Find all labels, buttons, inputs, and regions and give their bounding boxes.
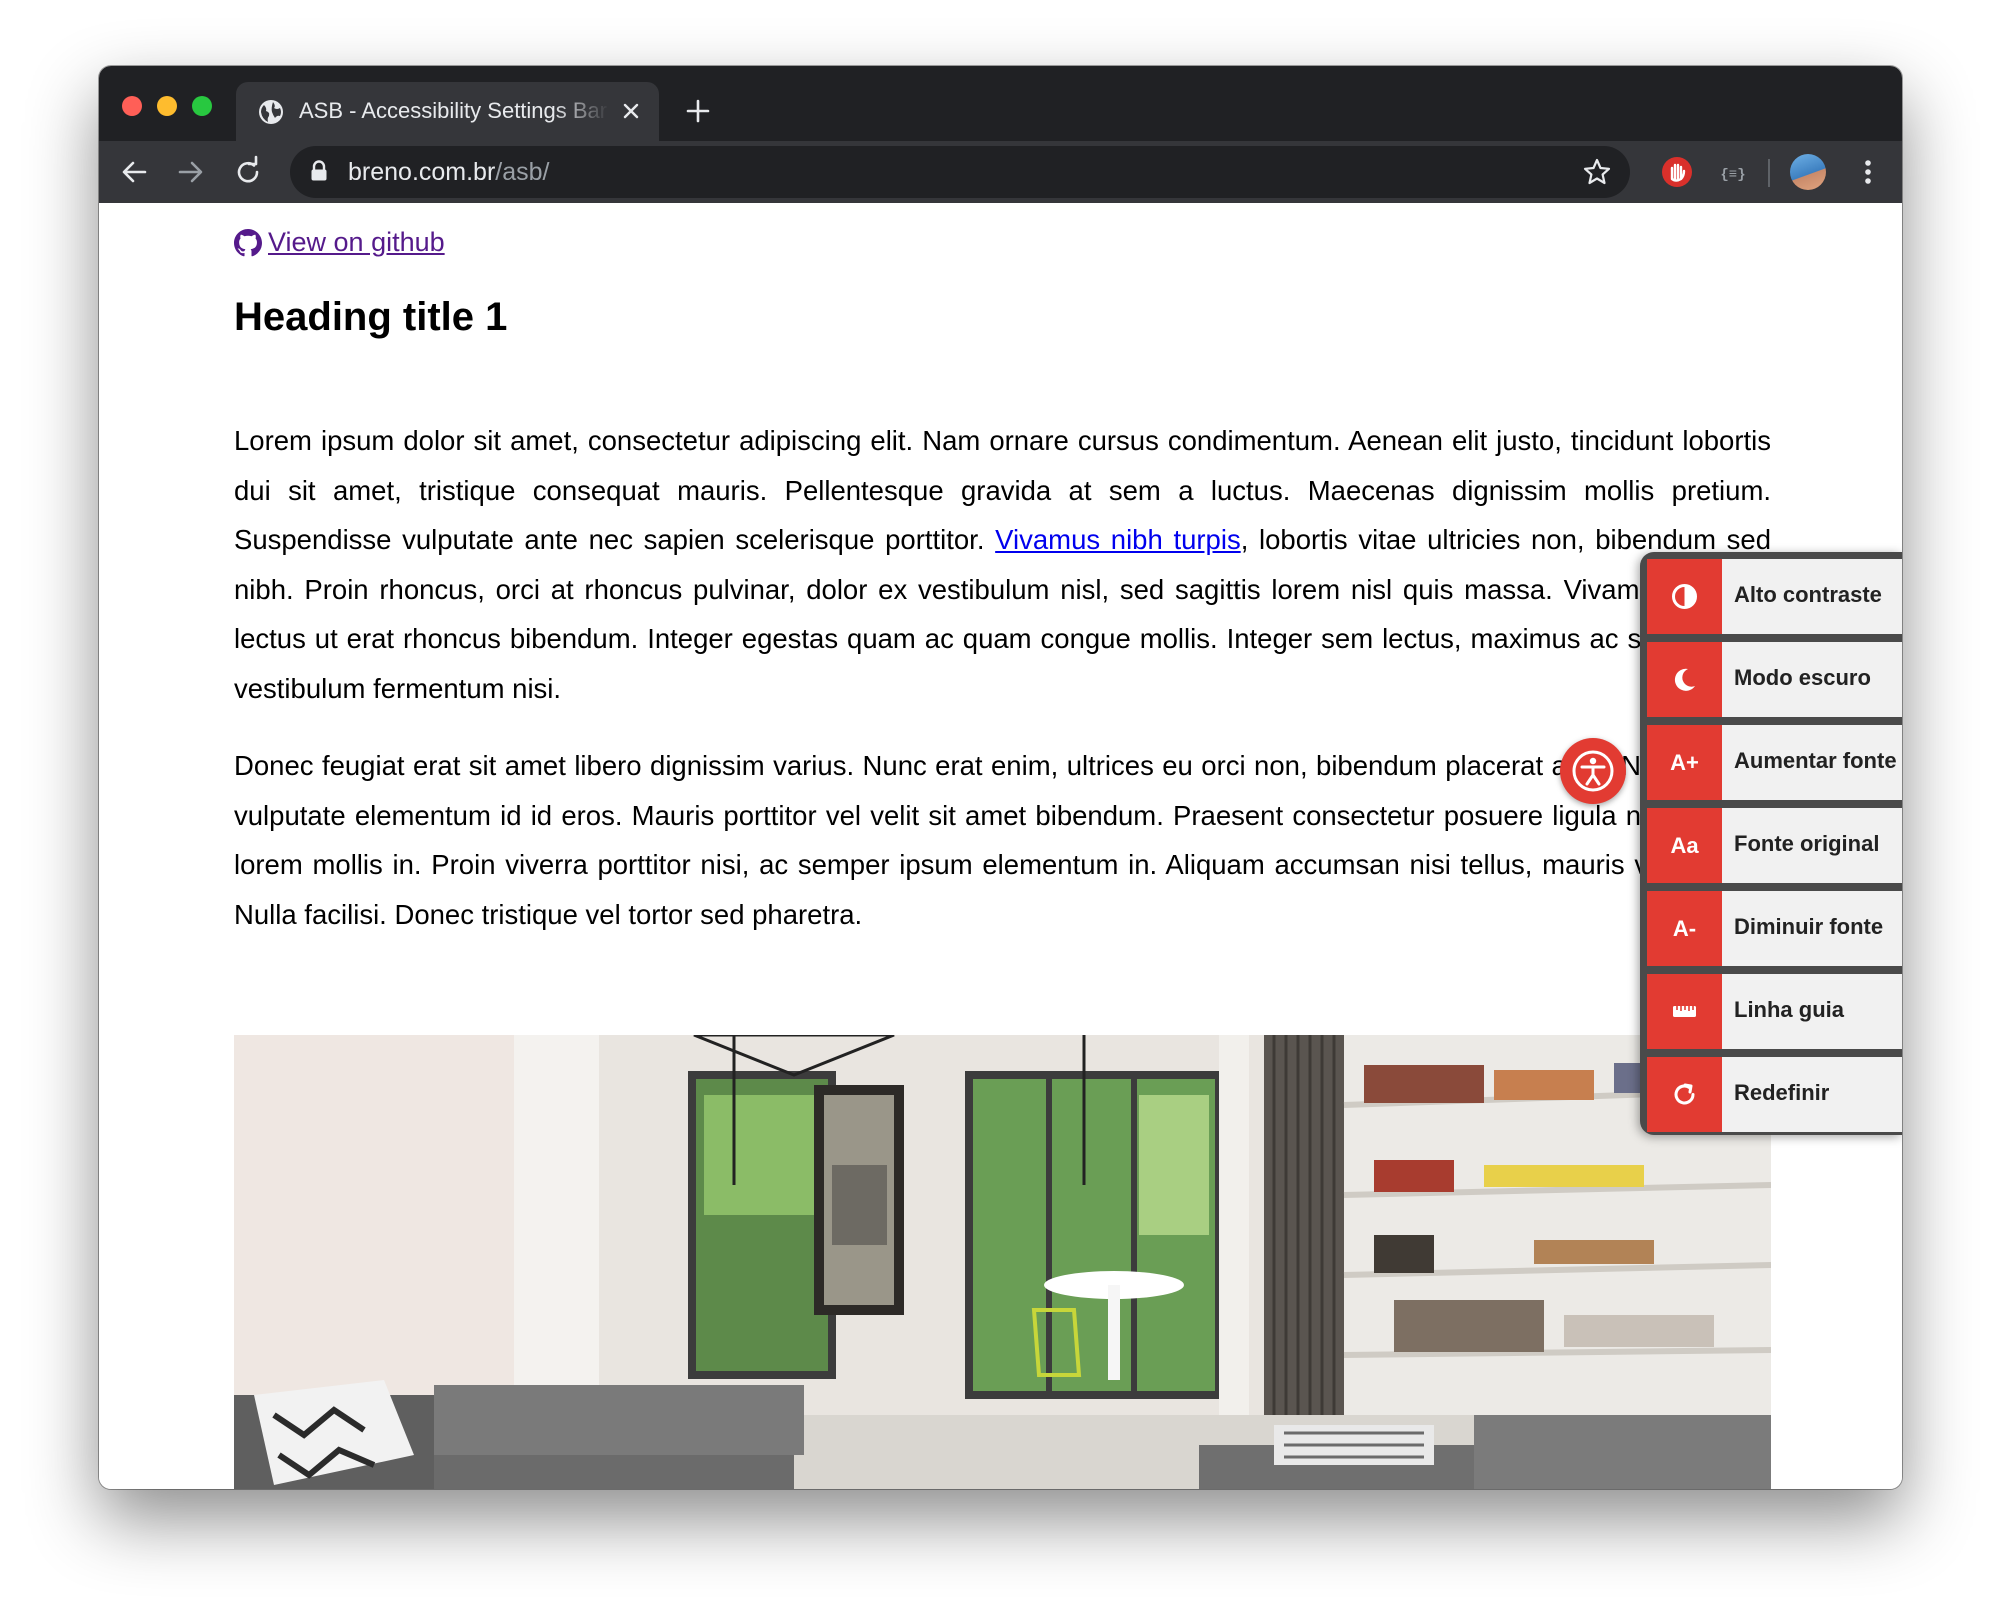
profile-avatar[interactable] [1790, 154, 1826, 190]
reading-guide-label: Linha guia [1734, 997, 1844, 1022]
reload-icon[interactable] [231, 155, 265, 189]
tab-title: ASB - Accessibility Settings Bar [299, 98, 608, 123]
reset-button[interactable]: Redefinir [1647, 1057, 1902, 1132]
page-heading: Heading title 1 [234, 295, 508, 339]
inline-link[interactable]: Vivamus nibh turpis [995, 524, 1241, 555]
json-viewer-extension-icon[interactable]: {≡} [1715, 154, 1751, 190]
moon-icon [1674, 668, 1695, 691]
bookmark-star-icon[interactable] [1582, 157, 1612, 187]
increase-font-label: Aumentar fonte [1734, 748, 1897, 773]
original-font-label: Fonte original [1734, 831, 1880, 856]
tab-strip: ASB - Accessibility Settings Bar [99, 66, 1902, 141]
ruler-icon [1673, 1006, 1696, 1017]
contrast-icon [1672, 584, 1697, 609]
reset-badge [1647, 1057, 1722, 1132]
original-font-badge: Aa [1647, 808, 1722, 883]
address-bar[interactable]: breno.com.br/asb/ [290, 146, 1630, 198]
adblock-extension-icon[interactable] [1659, 154, 1695, 190]
maximize-window-button[interactable] [192, 96, 212, 116]
github-icon [234, 228, 262, 256]
close-window-button[interactable] [122, 96, 142, 116]
living-room-photo [234, 1035, 1771, 1489]
accessibility-toggle-button[interactable] [1560, 738, 1626, 804]
paragraph-1: Lorem ipsum dolor sit amet, consectetur … [234, 416, 1771, 713]
contrast-badge [1647, 559, 1722, 634]
globe-icon [259, 100, 283, 124]
url-text: breno.com.br/asb/ [348, 158, 550, 187]
github-link[interactable]: View on github [234, 227, 445, 258]
browser-toolbar: breno.com.br/asb/ {≡} [99, 141, 1902, 203]
dark-mode-button[interactable]: Modo escuro [1647, 642, 1902, 717]
moon-badge [1647, 642, 1722, 717]
toolbar-separator [1768, 159, 1770, 187]
reset-label: Redefinir [1734, 1080, 1830, 1105]
dark-mode-label: Modo escuro [1734, 665, 1871, 690]
forward-arrow-icon[interactable] [174, 155, 208, 189]
github-link-label: View on github [268, 227, 445, 257]
increase-font-button[interactable]: A+ Aumentar fonte [1647, 725, 1902, 800]
svg-text:{≡}: {≡} [1720, 167, 1745, 183]
back-arrow-icon[interactable] [117, 155, 151, 189]
accessibility-icon [1572, 750, 1614, 792]
high-contrast-label: Alto contraste [1734, 582, 1882, 607]
page-viewport: View on github Heading title 1 Lorem ips… [99, 203, 1902, 1489]
reset-icon [1674, 1083, 1695, 1105]
browser-tab-active[interactable]: ASB - Accessibility Settings Bar [236, 82, 659, 141]
increase-font-badge: A+ [1647, 725, 1722, 800]
accessibility-panel: Alto contraste Modo escuro A+ Aumentar f… [1640, 552, 1902, 1135]
original-font-button[interactable]: Aa Fonte original [1647, 808, 1902, 883]
url-path: /asb/ [495, 158, 550, 186]
lock-icon[interactable] [310, 160, 328, 182]
browser-window: ASB - Accessibility Settings Bar breno.c… [99, 66, 1902, 1489]
decrease-font-badge: A- [1647, 891, 1722, 966]
paragraph-2: Donec feugiat erat sit amet libero digni… [234, 750, 1771, 930]
close-tab-icon[interactable] [619, 99, 643, 123]
high-contrast-button[interactable]: Alto contraste [1647, 559, 1902, 634]
ruler-badge [1647, 974, 1722, 1049]
url-host: breno.com.br [348, 158, 496, 186]
new-tab-icon[interactable] [683, 96, 713, 126]
more-menu-icon[interactable] [1851, 155, 1885, 189]
decrease-font-button[interactable]: A- Diminuir fonte [1647, 891, 1902, 966]
decrease-font-label: Diminuir fonte [1734, 914, 1884, 939]
minimize-window-button[interactable] [157, 96, 177, 116]
reading-guide-button[interactable]: Linha guia [1647, 974, 1902, 1049]
